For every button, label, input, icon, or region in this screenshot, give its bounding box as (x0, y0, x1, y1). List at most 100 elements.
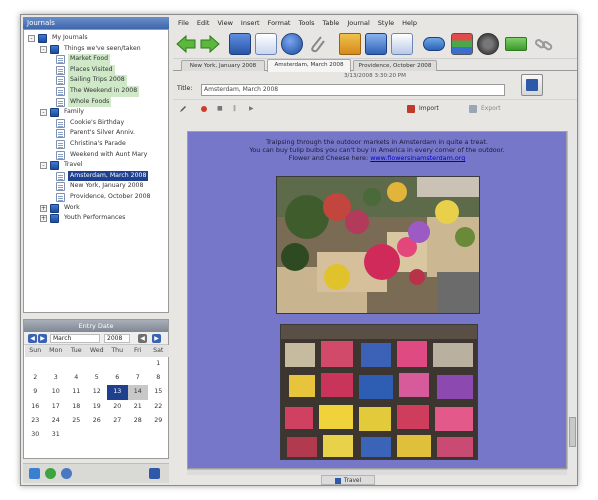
body-link[interactable]: www.flowersinamsterdam.org (370, 154, 465, 162)
pen-icon[interactable] (179, 105, 187, 113)
calendar-day[interactable]: 21 (128, 400, 149, 414)
export-icon[interactable] (365, 33, 387, 55)
calendar-day[interactable]: 4 (66, 371, 87, 385)
sync-icon[interactable] (61, 468, 72, 479)
menu-item-format[interactable]: Format (265, 17, 294, 29)
tree-item[interactable]: + Work (24, 203, 168, 214)
expand-icon[interactable]: + (40, 215, 47, 223)
menu-item-style[interactable]: Style (375, 17, 397, 29)
calendar-day[interactable]: 30 (25, 428, 46, 442)
tree-item[interactable]: - My Journals (24, 33, 168, 44)
tree-item[interactable]: Providence, October 2008 (24, 192, 168, 203)
menu-item-insert[interactable]: Insert (238, 17, 263, 29)
calendar-day[interactable]: 7 (128, 371, 149, 385)
collapse-icon[interactable]: - (40, 109, 47, 117)
settings-gear-icon[interactable] (477, 33, 499, 55)
menu-item-view[interactable]: View (214, 17, 235, 29)
month-select[interactable]: March (50, 334, 100, 343)
menu-item-table[interactable]: Table (320, 17, 343, 29)
status-journal-button[interactable]: Travel (321, 475, 375, 485)
tree-item[interactable]: - Things we've seen/taken (24, 44, 168, 55)
calendar-day[interactable]: 2 (25, 371, 46, 385)
calendar-day[interactable]: 29 (148, 414, 169, 428)
tree-item[interactable]: Christina's Parade (24, 139, 168, 150)
mail-icon[interactable] (505, 37, 527, 51)
entry-body[interactable]: Traipsing through the outdoor markets in… (187, 131, 567, 469)
tree-item[interactable]: Places Visited (24, 64, 168, 76)
record-icon[interactable] (201, 106, 207, 112)
title-input[interactable]: Amsterdam, March 2008 (201, 84, 505, 96)
calendar-day[interactable]: 26 (87, 414, 108, 428)
add-entry-icon[interactable] (45, 468, 56, 479)
tree-item[interactable]: Cookie's Birthday (24, 118, 168, 129)
calendar-day[interactable]: 13 (107, 385, 128, 400)
document-icon[interactable] (391, 33, 413, 55)
calendar-day[interactable]: 16 (25, 400, 46, 414)
collapse-icon[interactable]: - (28, 35, 35, 42)
tree-item[interactable]: Market Food (24, 54, 168, 65)
tree-item[interactable]: Amsterdam, March 2008 (24, 170, 168, 182)
calendar-day[interactable]: 10 (46, 385, 67, 399)
calendar-day[interactable]: 17 (46, 400, 67, 414)
tree-item[interactable]: New York, January 2008 (24, 181, 168, 192)
calendar-day[interactable]: 28 (128, 414, 149, 428)
calendar-day[interactable]: 19 (87, 400, 108, 414)
play-icon[interactable]: ▶ (249, 105, 257, 113)
calendar-day[interactable]: 22 (148, 400, 169, 414)
tree-item[interactable]: The Weekend in 2008 (24, 85, 168, 97)
tree-item[interactable]: - Travel (24, 160, 168, 171)
tree-item[interactable]: Parent's Silver Anniv. (24, 128, 168, 139)
entry-properties-button[interactable] (521, 74, 543, 96)
calendar-day[interactable]: 3 (46, 371, 67, 385)
menu-item-tools[interactable]: Tools (295, 17, 317, 29)
calendar-day[interactable]: 1 (148, 357, 169, 371)
tree-item[interactable]: Sailing Trips 2008 (24, 75, 168, 86)
scrollbar-thumb[interactable] (569, 417, 576, 447)
entry-tab[interactable]: Providence, October 2008 (353, 60, 437, 71)
new-journal-icon[interactable] (29, 468, 40, 479)
next-month-button[interactable]: ▶ (38, 334, 47, 343)
calendar-day[interactable]: 8 (148, 371, 169, 385)
vertical-scrollbar[interactable] (567, 131, 577, 469)
link-chain-icon[interactable] (533, 33, 555, 55)
import-button[interactable]: Import (419, 104, 439, 114)
calendar-day[interactable]: 6 (107, 371, 128, 385)
calendar-toggle-icon[interactable] (149, 468, 160, 479)
tree-item[interactable]: + Youth Performances (24, 213, 168, 224)
prev-month-button[interactable]: ◀ (28, 334, 37, 343)
journal-icon[interactable] (229, 33, 251, 55)
stop-icon[interactable]: ■ (217, 105, 225, 113)
pause-icon[interactable]: ‖ (233, 105, 241, 113)
calendar-day[interactable]: 15 (148, 385, 169, 399)
calendar-day[interactable]: 23 (25, 414, 46, 428)
collapse-icon[interactable]: - (40, 45, 47, 53)
calendar-day[interactable]: 14 (127, 385, 148, 400)
expand-icon[interactable]: + (40, 204, 47, 212)
menu-item-edit[interactable]: Edit (194, 17, 213, 29)
horizontal-scrollbar[interactable] (187, 469, 567, 475)
calendar-day[interactable]: 27 (107, 414, 128, 428)
tree-item[interactable]: - Family (24, 107, 168, 118)
comment-icon[interactable] (423, 37, 445, 51)
back-arrow-icon[interactable] (175, 33, 197, 55)
new-entry-icon[interactable] (255, 33, 277, 55)
calendar-day[interactable]: 11 (66, 385, 87, 399)
year-select[interactable]: 2008 (104, 334, 130, 343)
menu-item-journal[interactable]: Journal (344, 17, 372, 29)
calendar-day[interactable]: 31 (46, 428, 67, 442)
calendar-day[interactable]: 18 (66, 400, 87, 414)
calendar-day[interactable]: 12 (87, 385, 108, 399)
tree-item[interactable]: Whole Foods (24, 96, 168, 108)
forward-arrow-icon[interactable] (199, 33, 221, 55)
info-icon[interactable] (281, 33, 303, 55)
export-button[interactable]: Export (481, 104, 501, 114)
attach-paperclip-icon[interactable] (307, 33, 329, 55)
calendar-day[interactable]: 25 (66, 414, 87, 428)
entry-tab[interactable]: New York, January 2008 (181, 60, 265, 71)
menu-item-file[interactable]: File (175, 17, 192, 29)
journal-tree[interactable]: - My Journals - Things we've seen/taken Mark… (23, 29, 169, 313)
calendar-day[interactable]: 5 (87, 371, 108, 385)
calendar-day[interactable]: 9 (25, 385, 46, 399)
color-palette-icon[interactable] (451, 33, 473, 55)
menu-item-help[interactable]: Help (399, 17, 420, 29)
